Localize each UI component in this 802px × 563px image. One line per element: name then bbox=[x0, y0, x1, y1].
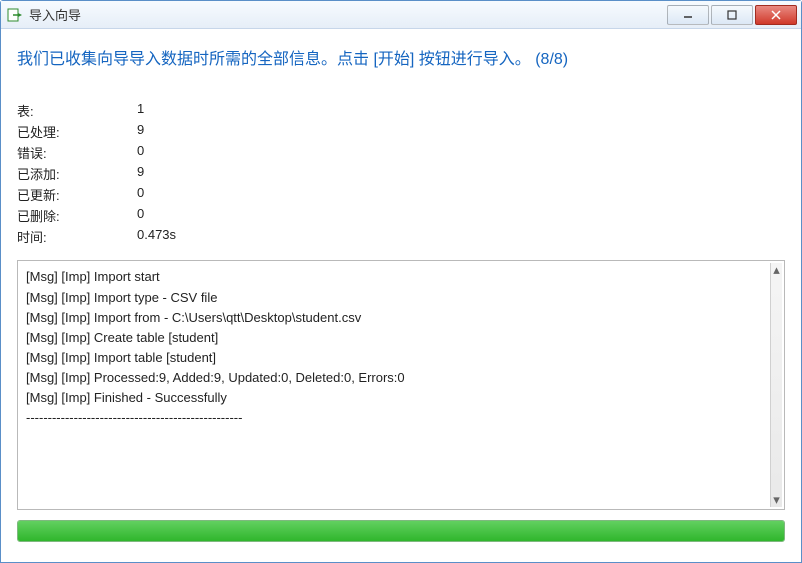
progress-bar bbox=[17, 520, 785, 542]
log-content: [Msg] [Imp] Import start[Msg] [Imp] Impo… bbox=[26, 267, 776, 428]
headline-text: 我们已收集向导导入数据时所需的全部信息。点击 [开始] 按钮进行导入。 (8/8… bbox=[17, 49, 785, 71]
log-line: [Msg] [Imp] Import start bbox=[26, 267, 776, 287]
log-line: ----------------------------------------… bbox=[26, 408, 776, 428]
stat-label-deleted: 已删除: bbox=[17, 206, 137, 225]
close-button[interactable] bbox=[755, 5, 797, 25]
log-scrollbar[interactable]: ▴ ▾ bbox=[770, 263, 782, 507]
titlebar: 导入向导 bbox=[1, 1, 801, 29]
stat-value-added: 9 bbox=[137, 164, 785, 183]
stat-value-processed: 9 bbox=[137, 122, 785, 141]
scroll-down-icon[interactable]: ▾ bbox=[771, 493, 782, 507]
stat-label-time: 时间: bbox=[17, 227, 137, 246]
stat-value-time: 0.473s bbox=[137, 227, 785, 246]
log-line: [Msg] [Imp] Import table [student] bbox=[26, 348, 776, 368]
stat-label-updated: 已更新: bbox=[17, 185, 137, 204]
content-area: 我们已收集向导导入数据时所需的全部信息。点击 [开始] 按钮进行导入。 (8/8… bbox=[1, 29, 801, 562]
log-line: [Msg] [Imp] Import from - C:\Users\qtt\D… bbox=[26, 308, 776, 328]
scroll-up-icon[interactable]: ▴ bbox=[771, 263, 782, 277]
progress-fill bbox=[18, 521, 784, 541]
log-line: [Msg] [Imp] Import type - CSV file bbox=[26, 288, 776, 308]
log-line: [Msg] [Imp] Create table [student] bbox=[26, 328, 776, 348]
log-line: [Msg] [Imp] Finished - Successfully bbox=[26, 388, 776, 408]
stat-value-errors: 0 bbox=[137, 143, 785, 162]
stat-label-added: 已添加: bbox=[17, 164, 137, 183]
maximize-button[interactable] bbox=[711, 5, 753, 25]
window-controls bbox=[665, 5, 797, 25]
window-title: 导入向导 bbox=[29, 5, 665, 24]
stat-label-tables: 表: bbox=[17, 101, 137, 120]
import-wizard-window: 导入向导 我们已收集向导导入数据时所需的全部信息。点击 [开始] 按钮进行导入。… bbox=[0, 0, 802, 563]
stat-value-deleted: 0 bbox=[137, 206, 785, 225]
log-textarea[interactable]: [Msg] [Imp] Import start[Msg] [Imp] Impo… bbox=[17, 260, 785, 510]
app-icon bbox=[7, 7, 23, 23]
stat-label-processed: 已处理: bbox=[17, 122, 137, 141]
minimize-button[interactable] bbox=[667, 5, 709, 25]
stats-grid: 表: 1 已处理: 9 错误: 0 已添加: 9 已更新: 0 已删除: 0 时… bbox=[17, 101, 785, 246]
stat-value-updated: 0 bbox=[137, 185, 785, 204]
log-line: [Msg] [Imp] Processed:9, Added:9, Update… bbox=[26, 368, 776, 388]
stat-label-errors: 错误: bbox=[17, 143, 137, 162]
stat-value-tables: 1 bbox=[137, 101, 785, 120]
